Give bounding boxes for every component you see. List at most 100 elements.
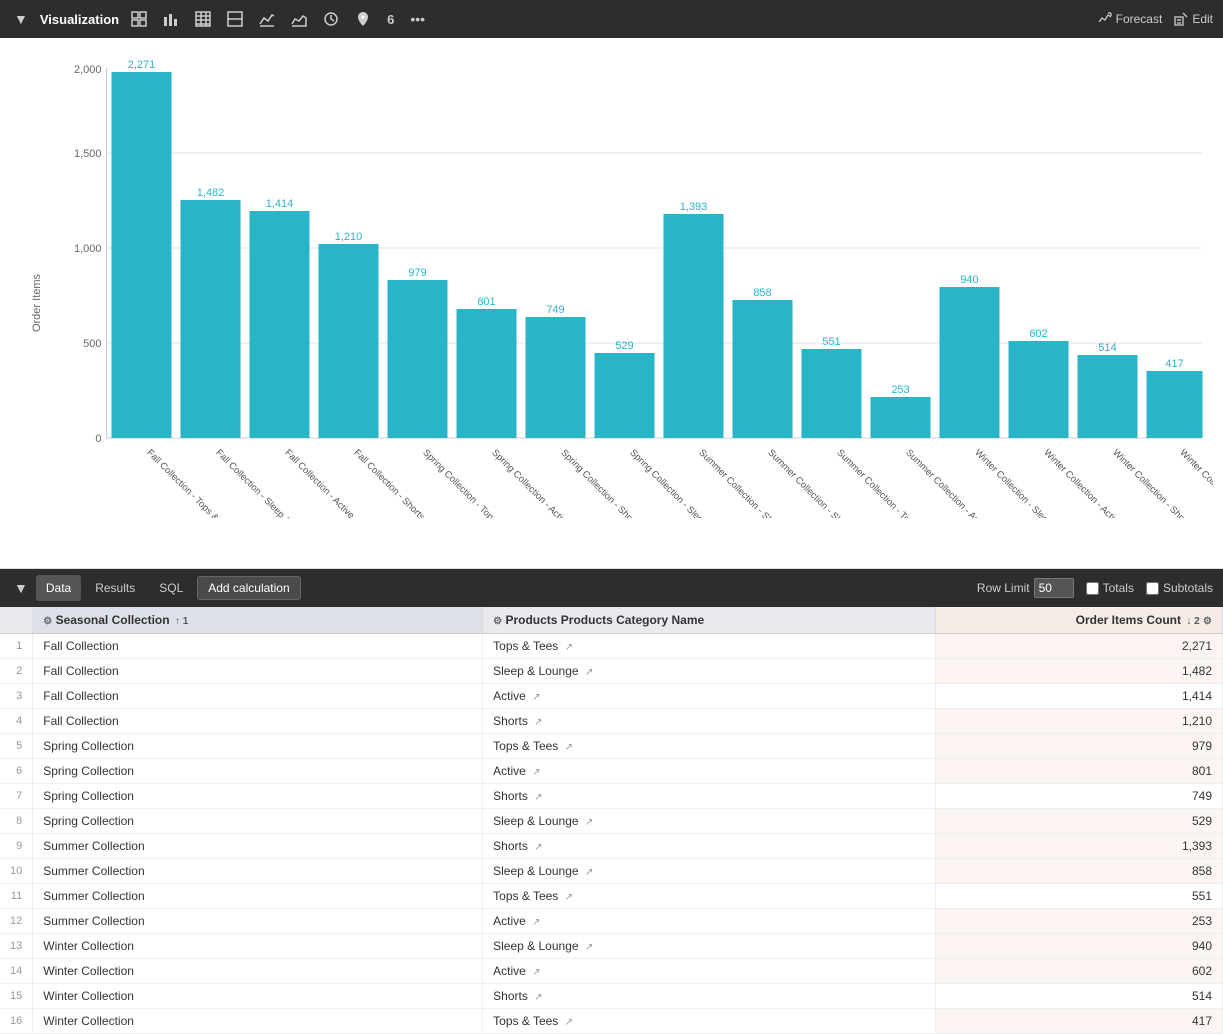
bar-3[interactable] — [250, 211, 310, 438]
svg-text:1,414: 1,414 — [266, 198, 294, 210]
col-header-order-items-count[interactable]: Order Items Count ↓ 2 ⚙ — [936, 607, 1223, 634]
table-row: 2 Fall Collection Sleep & Lounge ↗ 1,482 — [0, 659, 1223, 684]
trend-icon: ↗ — [532, 917, 540, 928]
trend-icon: ↗ — [565, 642, 573, 653]
toolbar-left: ▼ Visualization — [10, 9, 1092, 29]
cell-rownum: 15 — [0, 984, 33, 1009]
cell-category: Active ↗ — [483, 684, 936, 709]
svg-text:Spring Collection - Active: Spring Collection - Active — [489, 447, 571, 518]
table-row: 15 Winter Collection Shorts ↗ 514 — [0, 984, 1223, 1009]
tab-sql[interactable]: SQL — [149, 575, 193, 601]
cell-category: Shorts ↗ — [483, 984, 936, 1009]
bar-14[interactable] — [1009, 341, 1069, 438]
trend-icon: ↗ — [565, 1017, 573, 1028]
tab-results[interactable]: Results — [85, 575, 145, 601]
trend-icon: ↗ — [532, 967, 540, 978]
edit-btn[interactable]: Edit — [1174, 12, 1213, 26]
cell-rownum: 5 — [0, 734, 33, 759]
data-toolbar-right: Row Limit Totals Subtotals — [977, 578, 1213, 598]
bar-6[interactable] — [457, 309, 517, 438]
chart-container: 0 500 1,000 1,500 2,000 2,271 Fall Colle… — [60, 58, 1213, 558]
area-chart-icon-btn[interactable] — [287, 9, 311, 29]
more-icon-btn[interactable]: ••• — [406, 9, 429, 29]
y-axis-label: Order Items — [31, 274, 43, 332]
trend-icon: ↗ — [534, 992, 542, 1003]
more-icon: ••• — [410, 11, 425, 27]
row-limit-label: Row Limit — [977, 578, 1074, 598]
svg-text:602: 602 — [1029, 328, 1047, 340]
bar-2[interactable] — [181, 200, 241, 438]
table-row: 16 Winter Collection Tops & Tees ↗ 417 — [0, 1009, 1223, 1034]
subtotals-checkbox-label[interactable]: Subtotals — [1146, 581, 1213, 595]
grid-icon — [131, 11, 147, 27]
totals-checkbox-label[interactable]: Totals — [1086, 581, 1134, 595]
bar-11[interactable] — [802, 349, 862, 438]
bar-9[interactable] — [664, 214, 724, 438]
cell-category: Sleep & Lounge ↗ — [483, 659, 936, 684]
table-row: 11 Summer Collection Tops & Tees ↗ 551 — [0, 884, 1223, 909]
cell-category: Sleep & Lounge ↗ — [483, 859, 936, 884]
cell-rownum: 11 — [0, 884, 33, 909]
cell-collection: Spring Collection — [33, 809, 483, 834]
trend-icon: ↗ — [565, 892, 573, 903]
bar-1[interactable] — [112, 72, 172, 438]
col-header-seasonal-collection[interactable]: ⚙ Seasonal Collection ↑ 1 — [33, 607, 483, 634]
cell-category: Tops & Tees ↗ — [483, 884, 936, 909]
bar-5[interactable] — [388, 280, 448, 438]
add-calculation-btn[interactable]: Add calculation — [197, 576, 300, 600]
cell-rownum: 13 — [0, 934, 33, 959]
line-chart-icon-btn[interactable] — [255, 9, 279, 29]
visualization-dropdown-btn[interactable]: ▼ — [10, 9, 32, 29]
table-row: 9 Summer Collection Shorts ↗ 1,393 — [0, 834, 1223, 859]
cell-count: 940 — [936, 934, 1223, 959]
bar-7[interactable] — [526, 317, 586, 438]
bar-13[interactable] — [940, 287, 1000, 438]
pin-icon-btn[interactable] — [351, 9, 375, 29]
visualization-toolbar: ▼ Visualization — [0, 0, 1223, 38]
svg-text:858: 858 — [753, 287, 771, 299]
subtotals-checkbox[interactable] — [1146, 582, 1159, 595]
table-icon — [195, 11, 211, 27]
scatter-icon-btn[interactable] — [223, 9, 247, 29]
svg-text:514: 514 — [1098, 342, 1116, 354]
bar-15[interactable] — [1078, 355, 1138, 438]
clock-icon-btn[interactable] — [319, 9, 343, 29]
line-chart-icon — [259, 11, 275, 27]
data-table: ⚙ Seasonal Collection ↑ 1 ⚙ Products Pro… — [0, 607, 1223, 1034]
cell-rownum: 9 — [0, 834, 33, 859]
cell-collection: Summer Collection — [33, 884, 483, 909]
table-body: 1 Fall Collection Tops & Tees ↗ 2,271 2 … — [0, 634, 1223, 1034]
cell-collection: Summer Collection — [33, 859, 483, 884]
table-row: 1 Fall Collection Tops & Tees ↗ 2,271 — [0, 634, 1223, 659]
trend-icon: ↗ — [532, 767, 540, 778]
svg-text:1,000: 1,000 — [74, 243, 102, 255]
row-limit-input[interactable] — [1034, 578, 1074, 598]
forecast-btn[interactable]: Forecast — [1098, 12, 1163, 26]
bar-10[interactable] — [733, 300, 793, 438]
svg-text:1,500: 1,500 — [74, 148, 102, 160]
bar-12[interactable] — [871, 397, 931, 438]
bar-8[interactable] — [595, 353, 655, 438]
clock-icon — [323, 11, 339, 27]
bar-16[interactable] — [1147, 371, 1203, 438]
grid-icon-btn[interactable] — [127, 9, 151, 29]
col-header-products-category[interactable]: ⚙ Products Products Category Name — [483, 607, 936, 634]
svg-text:Winter Collection - Sleep & Lo: Winter Collection - Sleep & Lounge — [972, 447, 1084, 518]
cell-collection: Spring Collection — [33, 784, 483, 809]
svg-text:749: 749 — [546, 304, 564, 316]
col-sort-2: ↓ 2 — [1186, 616, 1199, 627]
table-row: 4 Fall Collection Shorts ↗ 1,210 — [0, 709, 1223, 734]
data-panel-dropdown[interactable]: ▼ — [10, 578, 32, 598]
cell-category: Shorts ↗ — [483, 709, 936, 734]
col-sort-1: ↑ 1 — [175, 616, 188, 627]
number-icon-btn[interactable]: 6 — [383, 10, 398, 29]
bar-chart-icon-btn[interactable] — [159, 9, 183, 29]
table-icon-btn[interactable] — [191, 9, 215, 29]
table-row: 8 Spring Collection Sleep & Lounge ↗ 529 — [0, 809, 1223, 834]
totals-checkbox[interactable] — [1086, 582, 1099, 595]
cell-rownum: 1 — [0, 634, 33, 659]
tab-data[interactable]: Data — [36, 575, 81, 601]
bar-4[interactable] — [319, 244, 379, 438]
cell-category: Active ↗ — [483, 909, 936, 934]
number-icon: 6 — [387, 12, 394, 27]
